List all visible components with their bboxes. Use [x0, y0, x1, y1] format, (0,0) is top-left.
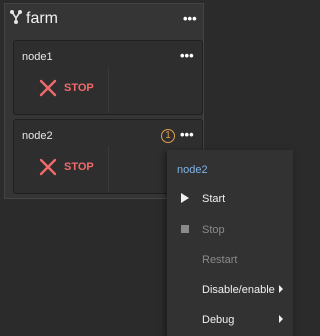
menu-title: node2 [177, 164, 208, 176]
stop-label: STOP [64, 82, 94, 94]
node2-more-button[interactable]: ••• [180, 128, 194, 141]
farm-more-button[interactable]: ••• [183, 12, 197, 25]
node-name: node1 [22, 51, 53, 63]
farm-header: farm ••• [5, 4, 203, 34]
stop-square-icon [181, 225, 189, 233]
menu-item-label: Debug [202, 314, 235, 326]
menu-item-stop[interactable]: Stop [167, 215, 293, 245]
stop-label: STOP [64, 161, 94, 173]
menu-item-disable-enable[interactable]: Disable/enable [167, 275, 293, 305]
node-context-menu: node2 Start Stop Restart Disable/enable … [167, 150, 293, 336]
menu-item-start[interactable]: Start [167, 184, 293, 214]
node1-more-button[interactable]: ••• [180, 49, 194, 62]
menu-item-label: Disable/enable [202, 284, 275, 296]
menu-item-label: Start [202, 193, 226, 205]
close-icon [39, 79, 57, 97]
notification-badge[interactable]: 1 [161, 129, 175, 143]
farm-title: farm [26, 10, 58, 27]
node-name: node2 [22, 130, 53, 142]
node1-stop-button[interactable]: STOP [38, 78, 98, 100]
card-divider [108, 146, 109, 192]
menu-item-restart[interactable]: Restart [167, 245, 293, 275]
network-icon [10, 10, 22, 24]
menu-item-label: Restart [202, 254, 238, 266]
chevron-right-icon [279, 315, 283, 323]
menu-item-label: Stop [202, 224, 225, 236]
card-divider [108, 67, 109, 113]
menu-item-debug[interactable]: Debug [167, 305, 293, 335]
close-icon [39, 158, 57, 176]
node-card-node1: node1 ••• STOP [13, 40, 203, 115]
node2-stop-button[interactable]: STOP [38, 157, 98, 179]
chevron-right-icon [279, 285, 283, 293]
play-icon [181, 193, 189, 203]
